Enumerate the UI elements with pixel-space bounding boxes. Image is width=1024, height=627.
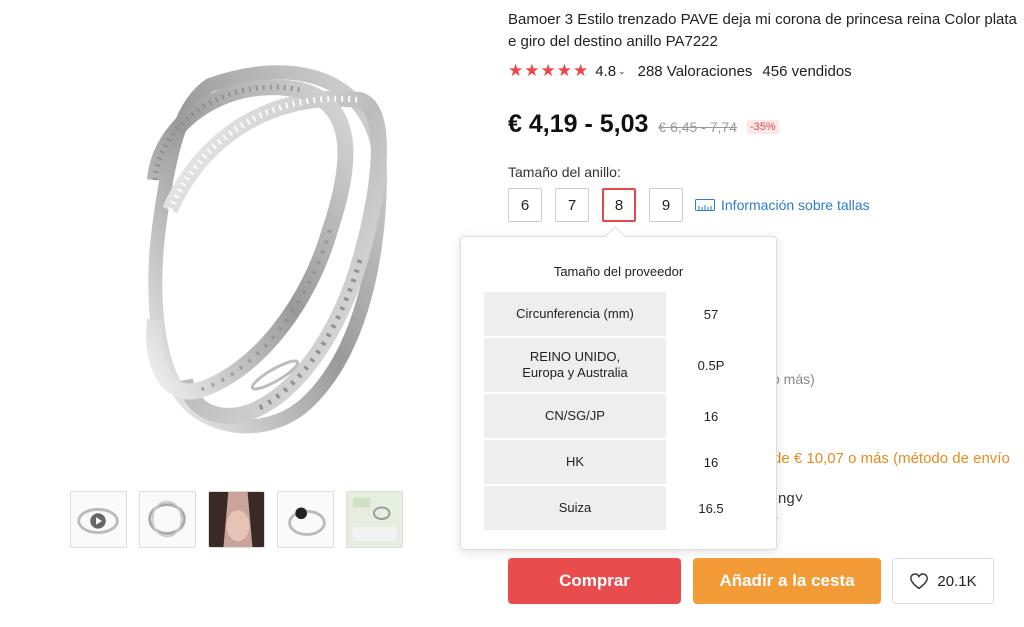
product-main-image[interactable] <box>60 30 440 470</box>
rating-value[interactable]: 4.8 <box>595 63 616 80</box>
ruler-icon <box>695 199 715 211</box>
original-price: € 6,45 - 7,74 <box>658 119 738 135</box>
table-row-value: 0.5P <box>697 357 725 373</box>
product-title-line1: Bamoer 3 Estilo trenzado PAVE deja mi co… <box>508 11 1017 28</box>
table-row-value: 57 <box>703 306 719 322</box>
table-row: HK 16 <box>484 440 756 484</box>
size-option-9[interactable]: 9 <box>649 188 683 222</box>
add-to-cart-button[interactable]: Añadir a la cesta <box>693 558 881 604</box>
popover-title: Tamaño del proveedor <box>553 264 684 279</box>
current-price: € 4,19 - 5,03 <box>508 110 649 138</box>
background-text-more: o más) <box>772 371 815 387</box>
thumbnail-model[interactable] <box>208 491 265 548</box>
thumbnail-video[interactable] <box>70 491 127 548</box>
ring-size-options: 6 7 8 9 Información sobre tallas <box>508 188 870 222</box>
buy-now-button[interactable]: Comprar <box>508 558 681 604</box>
table-row-key-line2: Europa y Australia <box>522 365 628 380</box>
size-chart-popover: Tamaño del proveedor Circunferencia (mm)… <box>460 236 777 550</box>
table-row: CN/SG/JP 16 <box>484 394 756 438</box>
thumbnail-packaging[interactable] <box>346 491 403 548</box>
ring-size-label: Tamaño del anillo: <box>508 164 621 180</box>
wishlist-button[interactable]: 20.1K <box>892 558 994 604</box>
background-dropdown-fragment[interactable]: ng˅ <box>778 490 803 507</box>
table-row-value: 16.5 <box>698 500 724 516</box>
table-row-key: Circunferencia (mm) <box>484 292 666 336</box>
table-row-value: 16 <box>703 408 719 424</box>
size-info-label: Información sobre tallas <box>721 197 870 213</box>
table-row-key: REINO UNIDO, Europa y Australia <box>484 338 666 392</box>
product-title-line2: e giro del destino anillo PA7222 <box>508 33 718 50</box>
shipping-threshold-text: de € 10,07 o más (método de envío <box>773 450 1010 467</box>
size-option-8[interactable]: 8 <box>602 188 636 222</box>
size-option-6[interactable]: 6 <box>508 188 542 222</box>
size-chart-table: Circunferencia (mm) 57 REINO UNIDO, Euro… <box>484 292 756 532</box>
product-title: Bamoer 3 Estilo trenzado PAVE deja mi co… <box>508 9 1024 53</box>
thumbnail-strip <box>70 491 403 548</box>
star-rating-icon: ★★★★★ <box>508 61 590 80</box>
price-row: € 4,19 - 5,03 € 6,45 - 7,74 -35% <box>508 110 779 139</box>
discount-badge: -35% <box>747 120 779 134</box>
wishlist-count: 20.1K <box>937 572 977 590</box>
table-row: REINO UNIDO, Europa y Australia 0.5P <box>484 338 756 392</box>
size-option-7[interactable]: 7 <box>555 188 589 222</box>
rating-row: ★★★★★ 4.8 ⌄ 288 Valoraciones 456 vendido… <box>508 61 852 81</box>
table-row-key: HK <box>484 440 666 484</box>
sold-count: 456 vendidos <box>762 62 852 80</box>
heart-icon <box>910 573 929 590</box>
table-row: Suiza 16.5 <box>484 486 756 530</box>
table-row-key-line1: REINO UNIDO, <box>529 349 621 364</box>
thumbnail-ring-black-stone[interactable] <box>277 491 334 548</box>
table-row-key: Suiza <box>484 486 666 530</box>
reviews-count[interactable]: 288 Valoraciones <box>638 63 753 80</box>
size-info-link[interactable]: Información sobre tallas <box>695 197 870 213</box>
table-row-key: CN/SG/JP <box>484 394 666 438</box>
chevron-down-icon[interactable]: ⌄ <box>618 66 626 77</box>
table-row: Circunferencia (mm) 57 <box>484 292 756 336</box>
table-row-value: 16 <box>703 454 719 470</box>
thumbnail-ring-side[interactable] <box>139 491 196 548</box>
